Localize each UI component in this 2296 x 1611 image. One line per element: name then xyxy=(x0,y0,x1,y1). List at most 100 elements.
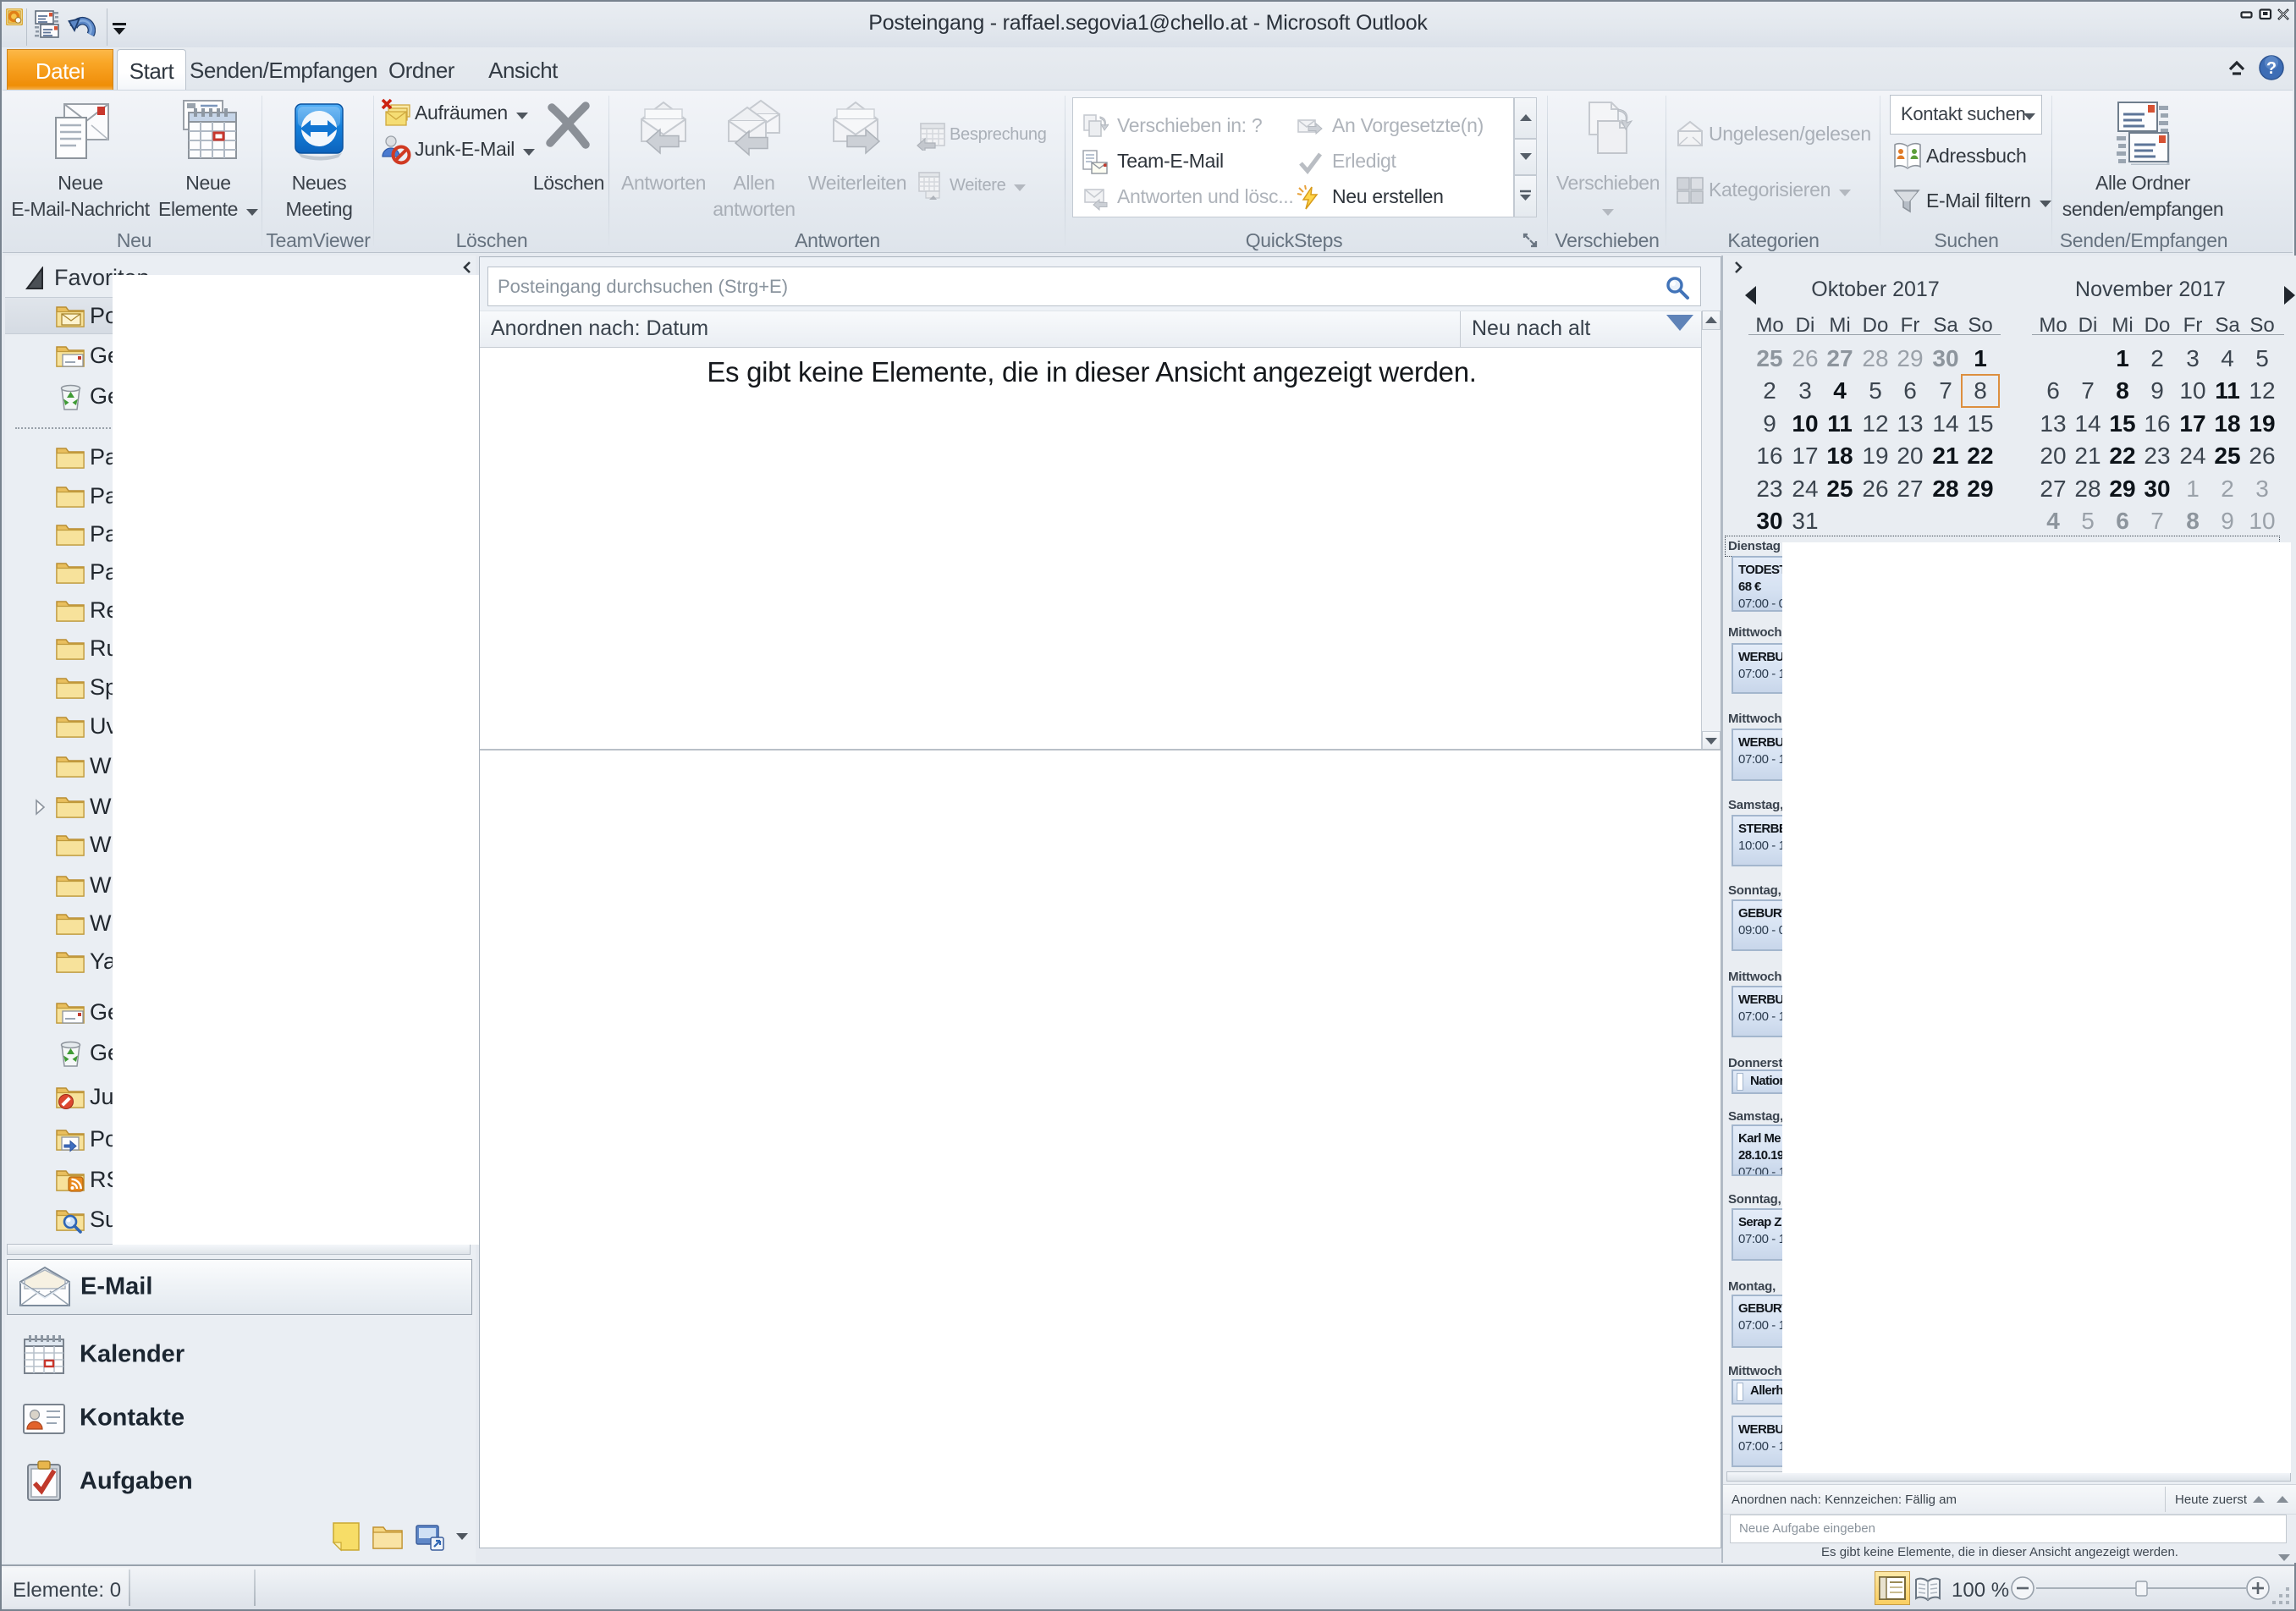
new-task-input[interactable]: Neue Aufgabe eingeben xyxy=(1730,1515,2287,1543)
calendar-day[interactable]: 21 xyxy=(2070,440,2106,472)
new-meeting-button[interactable]: Neues Meeting xyxy=(266,92,372,228)
quickstep-item[interactable]: Neu erstellen xyxy=(1295,179,1502,215)
scroll-up-button[interactable] xyxy=(1702,311,1721,330)
calendar-day[interactable]: 25 xyxy=(1752,343,1787,375)
junk-button[interactable]: Junk-E-Mail xyxy=(381,133,525,167)
calendar-day[interactable]: 20 xyxy=(2035,440,2071,472)
task-scroll-down-icon[interactable] xyxy=(2275,1548,2293,1565)
task-sort-label[interactable]: Heute zuerst xyxy=(2175,1493,2247,1507)
task-arrange-label[interactable]: Anordnen nach: Kennzeichen: Fällig am xyxy=(1732,1493,1957,1507)
calendar-day[interactable]: 9 xyxy=(1752,408,1787,440)
besprechung-button[interactable]: Besprechung xyxy=(916,118,1064,152)
appointment-day-header[interactable]: Donnerst xyxy=(1728,1056,1782,1070)
calendar-day[interactable]: 6 xyxy=(2035,375,2071,407)
resize-grip[interactable] xyxy=(2269,1584,2293,1608)
tab-senden-empfangen[interactable]: Senden/Empfangen xyxy=(190,49,369,91)
calendar-day[interactable]: 9 xyxy=(2139,375,2175,407)
quickstep-item[interactable]: Team-E-Mail xyxy=(1080,144,1287,179)
calendar-day[interactable]: 5 xyxy=(2244,343,2280,375)
quickstep-item[interactable]: An Vorgesetzte(n) xyxy=(1295,108,1502,144)
tab-ansicht[interactable]: Ansicht xyxy=(474,49,572,91)
calendar-day[interactable]: 29 xyxy=(1892,343,1928,375)
calendar-day[interactable]: 3 xyxy=(1787,375,1823,407)
arrange-by-label[interactable]: Anordnen nach: Datum xyxy=(491,316,708,341)
calendar-day[interactable]: 16 xyxy=(2139,408,2175,440)
ungelesen-button[interactable]: Ungelesen/gelesen xyxy=(1675,118,1886,151)
calendar-day[interactable]: 17 xyxy=(1787,440,1823,472)
search-input[interactable]: Posteingang durchsuchen (Strg+E) xyxy=(487,267,1701,306)
calendar-day[interactable]: 11 xyxy=(1822,408,1858,440)
calendar-day[interactable]: 17 xyxy=(2175,408,2211,440)
appointment-day-header[interactable]: Mittwoch xyxy=(1728,1364,1781,1378)
calendar-day[interactable]: 1 xyxy=(2175,473,2211,505)
quickstep-item[interactable]: Verschieben in: ? xyxy=(1080,108,1287,144)
calendar-day[interactable]: 26 xyxy=(2244,440,2280,472)
loeschen-button[interactable]: Löschen xyxy=(531,92,606,228)
quicksteps-dialog-launcher[interactable] xyxy=(1521,231,1539,250)
calendar-day[interactable]: 4 xyxy=(2035,505,2071,537)
verschieben-button[interactable]: Verschieben xyxy=(1551,92,1665,228)
quickstep-item[interactable]: Antworten und lösc... xyxy=(1080,179,1287,215)
quicksteps-scroll-up[interactable] xyxy=(1514,97,1537,139)
adressbuch-button[interactable]: Adressbuch xyxy=(1892,140,2049,173)
expand-arrow-icon[interactable] xyxy=(32,797,47,817)
kontakt-suchen-combo[interactable]: Kontakt suchen xyxy=(1890,95,2042,135)
appointment-day-header[interactable]: Montag, xyxy=(1728,1279,1776,1294)
calendar-day[interactable]: 3 xyxy=(2175,343,2211,375)
calendar-day[interactable]: 7 xyxy=(2139,505,2175,537)
appointment-day-header[interactable]: Mittwoch xyxy=(1728,970,1781,984)
calendar-day[interactable]: 13 xyxy=(1892,408,1928,440)
calendar-day[interactable]: 25 xyxy=(1822,473,1858,505)
scroll-down-button[interactable] xyxy=(1702,731,1721,751)
folder-list-button[interactable] xyxy=(372,1518,405,1555)
tab-datei[interactable]: Datei xyxy=(7,49,113,91)
reading-view-button[interactable] xyxy=(1913,1573,1946,1605)
collapse-todobar-button[interactable] xyxy=(1732,260,1745,275)
calendar-day[interactable]: 30 xyxy=(2139,473,2175,505)
filtern-button[interactable]: E-Mail filtern xyxy=(1892,184,2049,218)
calendar-day[interactable]: 22 xyxy=(1963,440,1998,472)
navpane-splitter[interactable] xyxy=(7,1244,471,1255)
module-button-aufgaben[interactable]: Aufgaben xyxy=(7,1454,472,1509)
calendar-day[interactable]: 31 xyxy=(1787,505,1823,537)
calendar-day[interactable]: 21 xyxy=(1928,440,1963,472)
list-header[interactable]: Anordnen nach: Datum Neu nach alt xyxy=(480,311,1704,348)
appointment-day-header[interactable]: Mittwoch xyxy=(1728,625,1781,640)
calendar-day[interactable]: 2 xyxy=(2210,473,2245,505)
list-scrollbar[interactable] xyxy=(1701,311,1721,750)
calendar-day[interactable]: 28 xyxy=(1928,473,1963,505)
calendar-day[interactable]: 29 xyxy=(2105,473,2140,505)
calendar-day[interactable]: 30 xyxy=(1928,343,1963,375)
notes-module-button[interactable] xyxy=(331,1518,365,1555)
send-receive-all-button[interactable]: Alle Ordner senden/empfangen xyxy=(2056,92,2230,228)
calendar-day[interactable]: 30 xyxy=(1752,505,1787,537)
calendar-day[interactable]: 14 xyxy=(2070,408,2106,440)
calendar-day[interactable]: 3 xyxy=(2244,473,2280,505)
module-button-kontakte[interactable]: Kontakte xyxy=(7,1390,472,1446)
close-button[interactable] xyxy=(2277,8,2290,20)
module-button-email[interactable]: E-Mail xyxy=(7,1259,472,1315)
calendar-day[interactable]: 13 xyxy=(2035,408,2071,440)
appointment-day-header[interactable]: Sonntag, xyxy=(1728,883,1781,898)
calendar-day[interactable]: 24 xyxy=(1787,473,1823,505)
calendar-day[interactable]: 26 xyxy=(1787,343,1823,375)
zoom-level-label[interactable]: 100 % xyxy=(1952,1579,2009,1603)
calendar-day[interactable]: 19 xyxy=(1858,440,1893,472)
calendar-day[interactable]: 12 xyxy=(2244,375,2280,407)
calendar-day[interactable]: 1 xyxy=(1963,343,1998,375)
calendar-day[interactable]: 23 xyxy=(2139,440,2175,472)
restore-button[interactable] xyxy=(2259,8,2272,20)
calendar-day[interactable]: 2 xyxy=(1752,375,1787,407)
calendar-day[interactable]: 15 xyxy=(1963,408,1998,440)
calendar-day[interactable]: 8 xyxy=(2175,505,2211,537)
calendar-day[interactable]: 18 xyxy=(1822,440,1858,472)
calendar-day[interactable]: 23 xyxy=(1752,473,1787,505)
sort-order-label[interactable]: Neu nach alt xyxy=(1472,316,1590,341)
calendar-day[interactable]: 5 xyxy=(2070,505,2106,537)
calendar-day[interactable]: 10 xyxy=(2175,375,2211,407)
shortcuts-button[interactable] xyxy=(414,1518,448,1555)
calendar-day[interactable]: 14 xyxy=(1928,408,1963,440)
calendar-day[interactable]: 26 xyxy=(1858,473,1893,505)
calendar-day[interactable]: 2 xyxy=(2139,343,2175,375)
calendar-next-button[interactable] xyxy=(2284,286,2295,305)
